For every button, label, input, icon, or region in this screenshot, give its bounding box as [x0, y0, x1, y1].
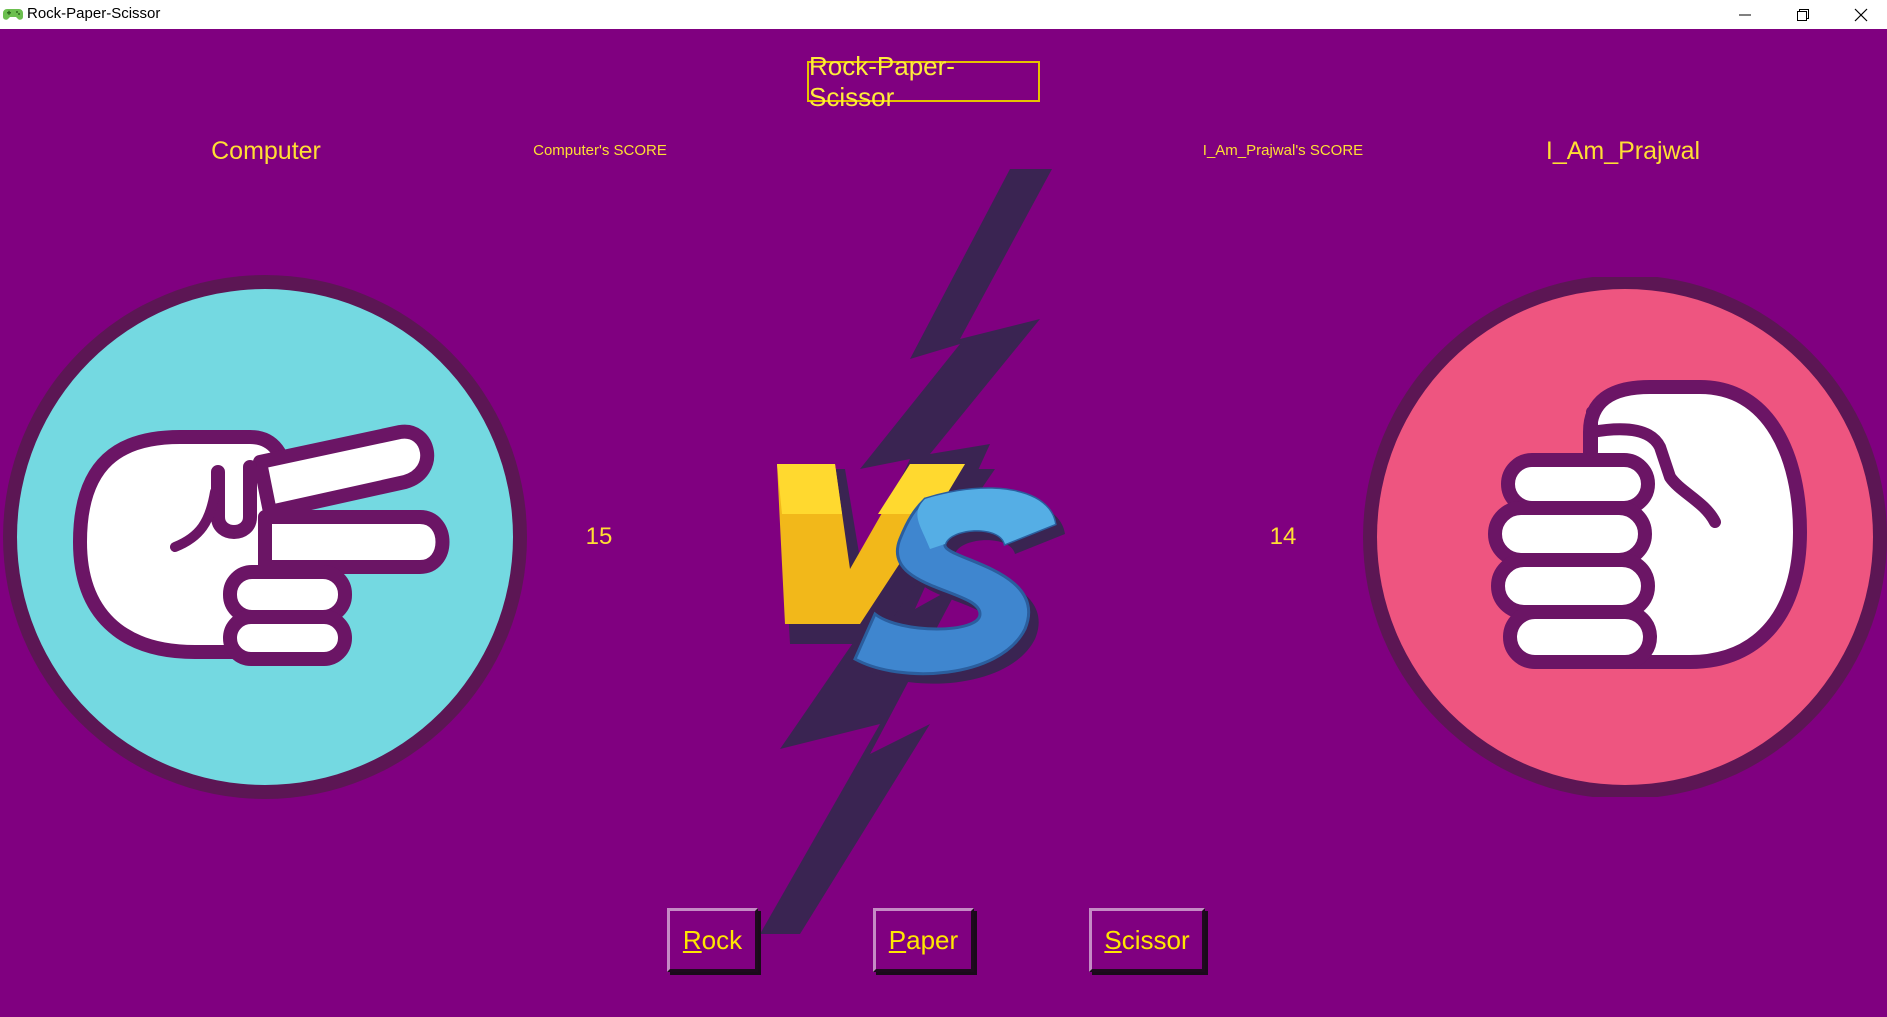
window-title: Rock-Paper-Scissor [27, 5, 161, 22]
close-icon [1854, 8, 1868, 21]
scissor-button-accelerator: S [1104, 924, 1122, 955]
paper-button-label: aper [906, 924, 959, 955]
paper-button-accelerator: P [888, 924, 907, 955]
gamepad-icon [3, 9, 23, 20]
versus-lightning-icon [760, 169, 1065, 934]
rock-button[interactable]: Rock [667, 908, 758, 972]
rock-fist-hand-icon [1363, 277, 1887, 797]
close-button[interactable] [1832, 0, 1887, 29]
computer-name: Computer [211, 137, 321, 165]
minimize-icon [1739, 14, 1751, 15]
minimize-button[interactable] [1716, 0, 1774, 29]
scissors-hand-icon [3, 275, 527, 799]
user-name: I_Am_Prajwal [1545, 137, 1701, 165]
user-score-label: I_Am_Prajwal's SCORE [1202, 142, 1364, 159]
scissor-button[interactable]: Scissor [1089, 908, 1205, 972]
game-heading: Rock-Paper-Scissor [807, 51, 1040, 112]
computer-score: 15 [585, 523, 613, 550]
restore-button[interactable] [1774, 0, 1832, 29]
rock-button-accelerator: R [682, 924, 702, 955]
computer-score-label: Computer's SCORE [533, 142, 667, 159]
window-titlebar: Rock-Paper-Scissor [0, 0, 1887, 29]
scissor-button-label: cissor [1121, 924, 1190, 955]
user-score: 14 [1269, 523, 1297, 550]
rock-button-label: ock [701, 924, 743, 955]
game-area: Rock-Paper-Scissor Computer Computer's S… [0, 29, 1887, 1017]
restore-icon [1797, 8, 1809, 21]
paper-button[interactable]: Paper [873, 908, 974, 972]
